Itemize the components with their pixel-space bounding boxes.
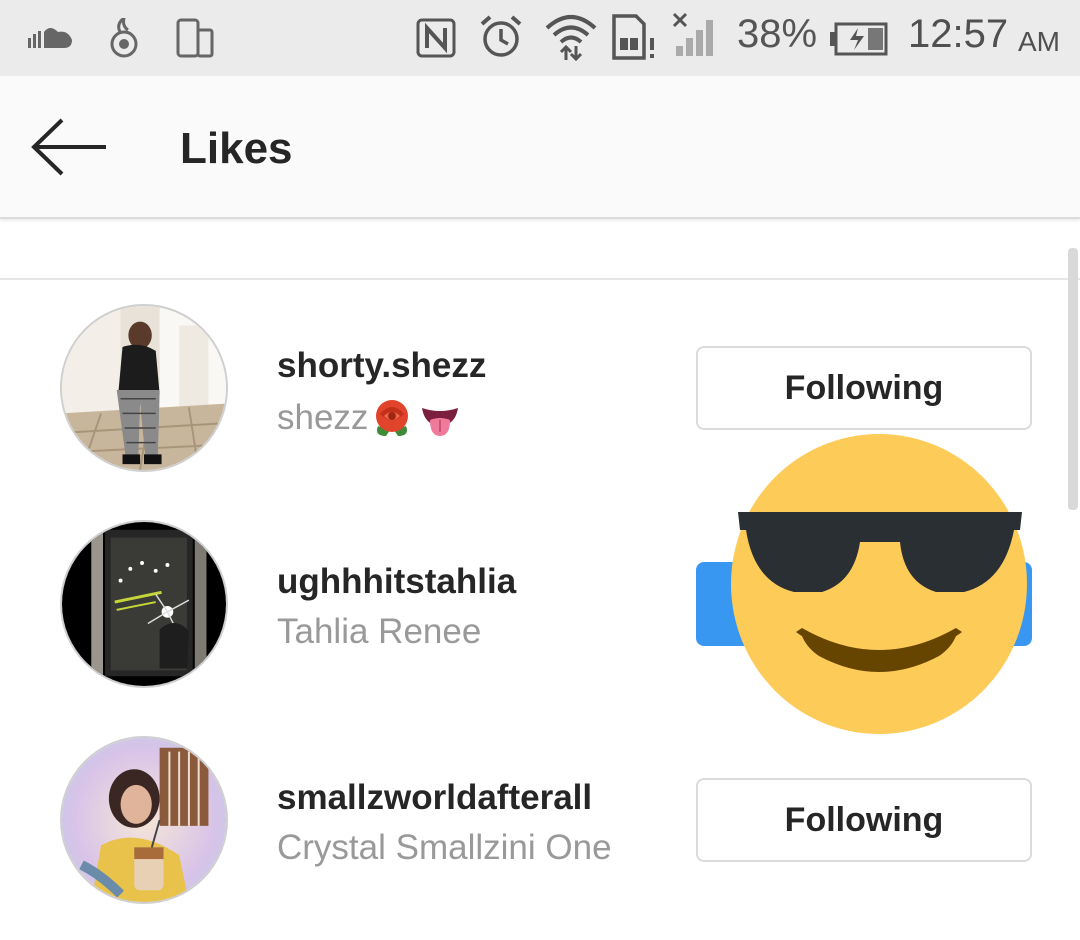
- username[interactable]: ughhhitstahlia: [277, 562, 516, 602]
- app-header: Likes: [0, 76, 1080, 219]
- rose-icon: [376, 400, 409, 436]
- battery-percentage: 38%: [737, 12, 818, 56]
- page-title: Likes: [180, 124, 293, 173]
- avatar-photo: [62, 738, 226, 902]
- avatar-photo: [62, 306, 226, 470]
- full-name: Crystal Smallzini One: [277, 828, 612, 867]
- full-name: Tahlia Renee: [277, 612, 482, 651]
- following-button[interactable]: Following: [696, 346, 1032, 430]
- signal-icon: [672, 12, 713, 56]
- username[interactable]: smallzworldafterall: [277, 778, 592, 818]
- smiling-face-with-sunglasses-icon: [731, 434, 1027, 734]
- app-notification-icon: [110, 18, 138, 58]
- arrow-left-icon: [31, 118, 106, 176]
- screen-rotate-icon: [176, 18, 214, 58]
- soundcloud-icon: [28, 28, 72, 48]
- full-name: shezz: [277, 396, 462, 440]
- scrollbar[interactable]: [1068, 248, 1078, 510]
- alarm-icon: [480, 15, 522, 57]
- avatar[interactable]: [60, 736, 228, 904]
- avatar-photo: [62, 522, 226, 686]
- username[interactable]: shorty.shezz: [277, 346, 486, 386]
- full-name-text: shezz: [277, 398, 369, 437]
- list-item[interactable]: smallzworldafterall Crystal Smallzini On…: [0, 736, 1068, 940]
- avatar[interactable]: [60, 304, 228, 472]
- status-time: 12:57: [908, 12, 1009, 56]
- sim-alert-icon: [612, 14, 654, 60]
- tongue-icon: [422, 408, 459, 436]
- status-bar: 38% 12:57 AM: [0, 0, 1080, 76]
- battery-icon: [830, 22, 888, 56]
- following-button[interactable]: Following: [696, 778, 1032, 862]
- nfc-icon: [416, 18, 456, 58]
- wifi-icon: [545, 15, 597, 62]
- avatar[interactable]: [60, 520, 228, 688]
- list-divider: [0, 278, 1080, 280]
- back-button[interactable]: [28, 112, 112, 182]
- status-ampm: AM: [1018, 26, 1060, 57]
